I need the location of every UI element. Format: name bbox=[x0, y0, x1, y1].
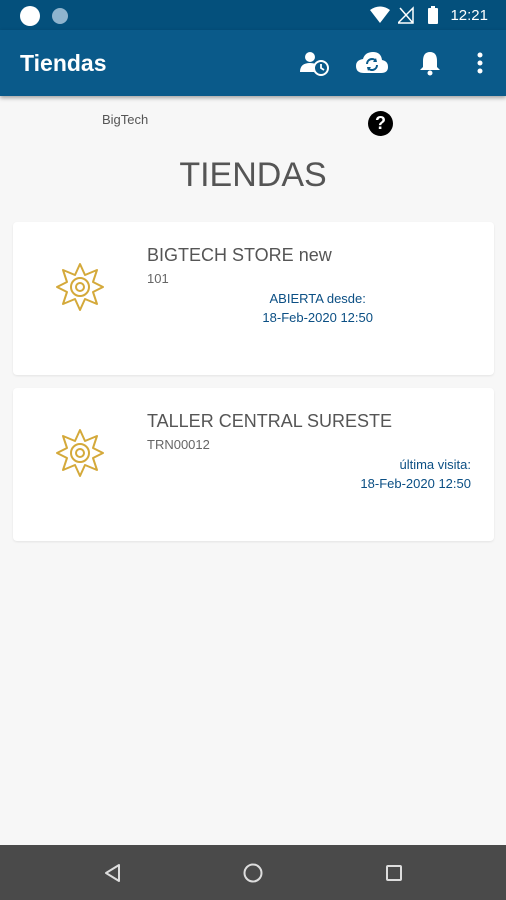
home-icon bbox=[243, 863, 263, 883]
store-status-label: última visita: bbox=[399, 457, 471, 472]
recents-button[interactable] bbox=[381, 860, 407, 886]
store-name: BIGTECH STORE new bbox=[147, 245, 332, 265]
signal-icon bbox=[398, 6, 414, 24]
store-code: TRN00012 bbox=[147, 437, 210, 452]
clock: 12:21 bbox=[450, 7, 488, 24]
store-status: última visita: 18-Feb-2020 12:50 bbox=[360, 455, 471, 493]
store-code: 101 bbox=[147, 271, 169, 286]
user-clock-icon bbox=[300, 52, 329, 76]
battery-icon bbox=[428, 6, 438, 24]
wifi-icon bbox=[370, 6, 390, 23]
store-card[interactable]: TALLER CENTRAL SURESTE TRN00012 última v… bbox=[13, 388, 494, 541]
status-bar: 12:21 bbox=[0, 0, 506, 30]
bell-icon bbox=[420, 52, 440, 76]
back-icon bbox=[105, 864, 120, 882]
notifications-button[interactable] bbox=[414, 47, 446, 79]
more-options-button[interactable] bbox=[464, 47, 496, 79]
store-name: TALLER CENTRAL SURESTE bbox=[147, 411, 393, 431]
sun-icon bbox=[56, 263, 104, 311]
cloud-sync-icon bbox=[356, 52, 388, 73]
notification-dot-icon bbox=[20, 6, 40, 26]
home-button[interactable] bbox=[240, 860, 266, 886]
system-nav-bar bbox=[0, 845, 506, 900]
cloud-sync-button[interactable] bbox=[356, 47, 388, 79]
store-card[interactable]: BIGTECH STORE new 101 ABIERTA desde: 18-… bbox=[13, 222, 494, 375]
notification-dot-icon bbox=[52, 8, 68, 24]
store-status-date: 18-Feb-2020 12:50 bbox=[360, 476, 471, 491]
store-status-label: ABIERTA desde: bbox=[269, 291, 366, 306]
sun-icon bbox=[56, 429, 104, 477]
company-name: BigTech bbox=[102, 112, 149, 127]
app-bar-title: Tiendas bbox=[20, 50, 107, 76]
recents-icon bbox=[386, 865, 402, 881]
app-bar: Tiendas bbox=[0, 30, 506, 96]
more-vert-icon bbox=[477, 52, 483, 74]
help-icon[interactable]: ? bbox=[368, 111, 393, 136]
back-button[interactable] bbox=[100, 860, 126, 886]
store-status: ABIERTA desde: 18-Feb-2020 12:50 bbox=[262, 289, 373, 327]
page-title: TIENDAS bbox=[179, 156, 327, 194]
store-status-date: 18-Feb-2020 12:50 bbox=[262, 310, 373, 325]
user-clock-button[interactable] bbox=[299, 47, 331, 79]
